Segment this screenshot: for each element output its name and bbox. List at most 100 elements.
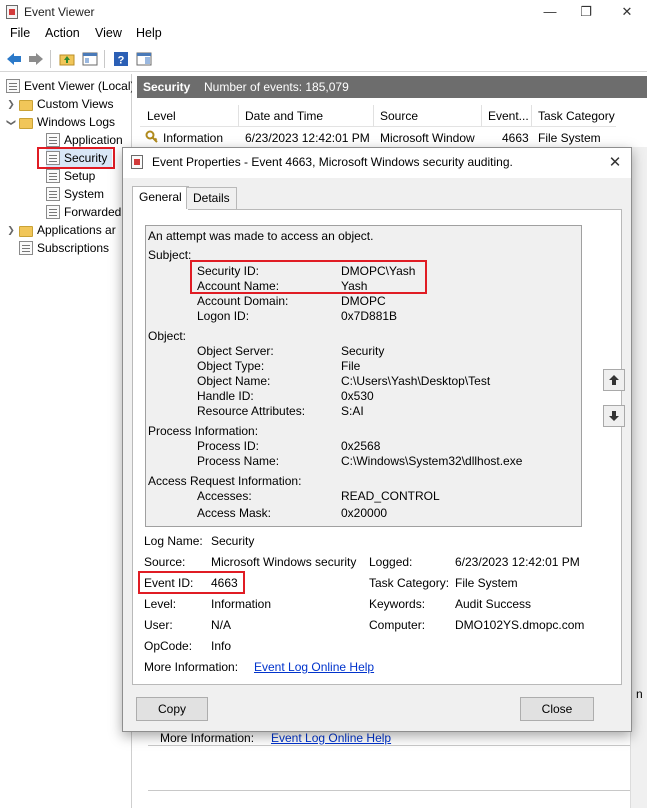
task-category-label: Task Category: — [369, 576, 450, 590]
background-divider — [148, 745, 630, 746]
help-icon: ? — [114, 52, 128, 67]
minimize-button[interactable]: — — [530, 0, 570, 24]
tree-item-subscriptions[interactable]: Subscriptions — [6, 239, 132, 257]
log-icon — [46, 205, 60, 219]
action-pane-button[interactable] — [134, 49, 154, 69]
toolbar-separator — [104, 50, 105, 68]
desc-value: S:AI — [341, 404, 364, 418]
back-button[interactable] — [4, 49, 24, 69]
desc-value: Security — [341, 344, 385, 358]
menu-help[interactable]: Help — [136, 26, 162, 40]
tree-item-label: System — [64, 187, 105, 201]
desc-key: Handle ID: — [197, 389, 254, 403]
desc-key: Object Type: — [197, 359, 265, 373]
tree-item-root[interactable]: Event Viewer (Local) — [6, 77, 132, 95]
log-name-value: Security — [211, 534, 255, 548]
menu-file[interactable]: File — [10, 26, 30, 40]
user-value: N/A — [211, 618, 232, 632]
level-value: Information — [211, 597, 272, 611]
source-value: Microsoft Windows security — [211, 555, 357, 569]
restore-button[interactable]: ❐ — [566, 0, 606, 24]
tree-item-applications[interactable]: ❯ Applications ar — [6, 221, 132, 239]
desc-value: File — [341, 359, 361, 373]
desc-key: Object Name: — [197, 374, 271, 388]
tree-item-custom-views[interactable]: ❯ Custom Views — [6, 95, 132, 113]
tree-item-setup[interactable]: Setup — [46, 167, 132, 185]
level-label: Level: — [144, 597, 177, 611]
cell-source: Microsoft Window — [380, 131, 475, 145]
column-separator[interactable] — [373, 105, 374, 127]
background-event-log-help-link[interactable]: Event Log Online Help — [271, 731, 391, 745]
tree-item-system[interactable]: System — [46, 185, 132, 203]
tab-general[interactable]: General — [132, 186, 189, 210]
copy-button[interactable]: Copy — [136, 697, 208, 721]
close-window-button[interactable]: ✕ — [607, 0, 647, 24]
logged-value: 6/23/2023 12:42:01 PM — [455, 555, 580, 569]
menu-action[interactable]: Action — [45, 26, 80, 40]
chevron-right-icon[interactable]: ❯ — [6, 99, 16, 110]
desc-key: Process ID: — [197, 439, 260, 453]
opcode-value: Info — [211, 639, 232, 653]
log-name-label: Log Name: — [144, 534, 203, 548]
close-button[interactable]: Close — [520, 697, 594, 721]
event-viewer-icon — [6, 79, 20, 93]
cell-event-id: 4663 — [502, 131, 529, 145]
col-event-id[interactable]: Event... — [488, 109, 529, 123]
col-task-category[interactable]: Task Category — [538, 109, 615, 123]
tab-details[interactable]: Details — [186, 187, 237, 209]
log-icon — [46, 169, 60, 183]
folder-icon — [19, 225, 33, 237]
pane-header: Security Number of events: 185,079 — [137, 76, 647, 98]
desc-key: Accesses: — [197, 489, 252, 503]
column-separator[interactable] — [481, 105, 482, 127]
help-button[interactable]: ? — [111, 49, 131, 69]
desc-key: Account Domain: — [197, 294, 289, 308]
highlight-security — [37, 147, 115, 169]
tree-item-label: Custom Views — [37, 97, 114, 111]
event-log-online-help-link[interactable]: Event Log Online Help — [254, 660, 374, 674]
object-heading: Object: — [148, 329, 187, 343]
process-heading: Process Information: — [148, 424, 259, 438]
up-folder-button[interactable] — [57, 49, 77, 69]
folder-icon — [19, 99, 33, 111]
event-properties-icon — [131, 155, 143, 169]
description-intro: An attempt was made to access an object. — [148, 229, 374, 243]
column-separator[interactable] — [531, 105, 532, 127]
computer-value: DMO102YS.dmopc.com — [455, 618, 585, 632]
tree-item-label: Forwarded — [64, 205, 122, 219]
toolbar-separator — [50, 50, 51, 68]
tree-item-windows-logs[interactable]: ❯ Windows Logs — [6, 113, 132, 131]
arrow-down-icon — [609, 411, 619, 421]
dialog-close-icon[interactable]: ✕ — [600, 150, 630, 176]
pane-title: Security — [143, 80, 191, 94]
more-info-label: More Information: — [144, 660, 239, 674]
tree-item-label: Applications ar — [37, 223, 116, 237]
col-level[interactable]: Level — [147, 109, 176, 123]
tree-item-label: Event Viewer (Local) — [24, 79, 132, 93]
desc-key: Access Mask: — [197, 506, 272, 520]
subscriptions-icon — [19, 241, 33, 255]
forward-button[interactable] — [26, 49, 46, 69]
keywords-label: Keywords: — [369, 597, 426, 611]
desc-key: Process Name: — [197, 454, 280, 468]
dialog-title: Event Properties - Event 4663, Microsoft… — [152, 155, 513, 169]
column-separator[interactable] — [238, 105, 239, 127]
col-source[interactable]: Source — [380, 109, 418, 123]
subject-heading: Subject: — [148, 248, 192, 262]
desc-value: C:\Windows\System32\dllhost.exe — [341, 454, 523, 468]
menu-view[interactable]: View — [95, 26, 122, 40]
next-event-button[interactable] — [603, 405, 625, 427]
previous-event-button[interactable] — [603, 369, 625, 391]
show-hide-tree-button[interactable] — [80, 49, 100, 69]
pane-scrollbar[interactable] — [630, 147, 647, 808]
access-heading: Access Request Information: — [148, 474, 302, 488]
tree-item-label: Setup — [64, 169, 96, 183]
arrow-up-icon — [609, 375, 619, 385]
col-date-time[interactable]: Date and Time — [245, 109, 323, 123]
chevron-right-icon[interactable]: ❯ — [6, 225, 16, 236]
chevron-down-icon[interactable]: ❯ — [6, 117, 17, 127]
highlight-event-id — [138, 571, 245, 594]
tree-item-forwarded[interactable]: Forwarded — [46, 203, 132, 221]
folder-up-icon — [59, 54, 75, 66]
logged-label: Logged: — [369, 555, 413, 569]
